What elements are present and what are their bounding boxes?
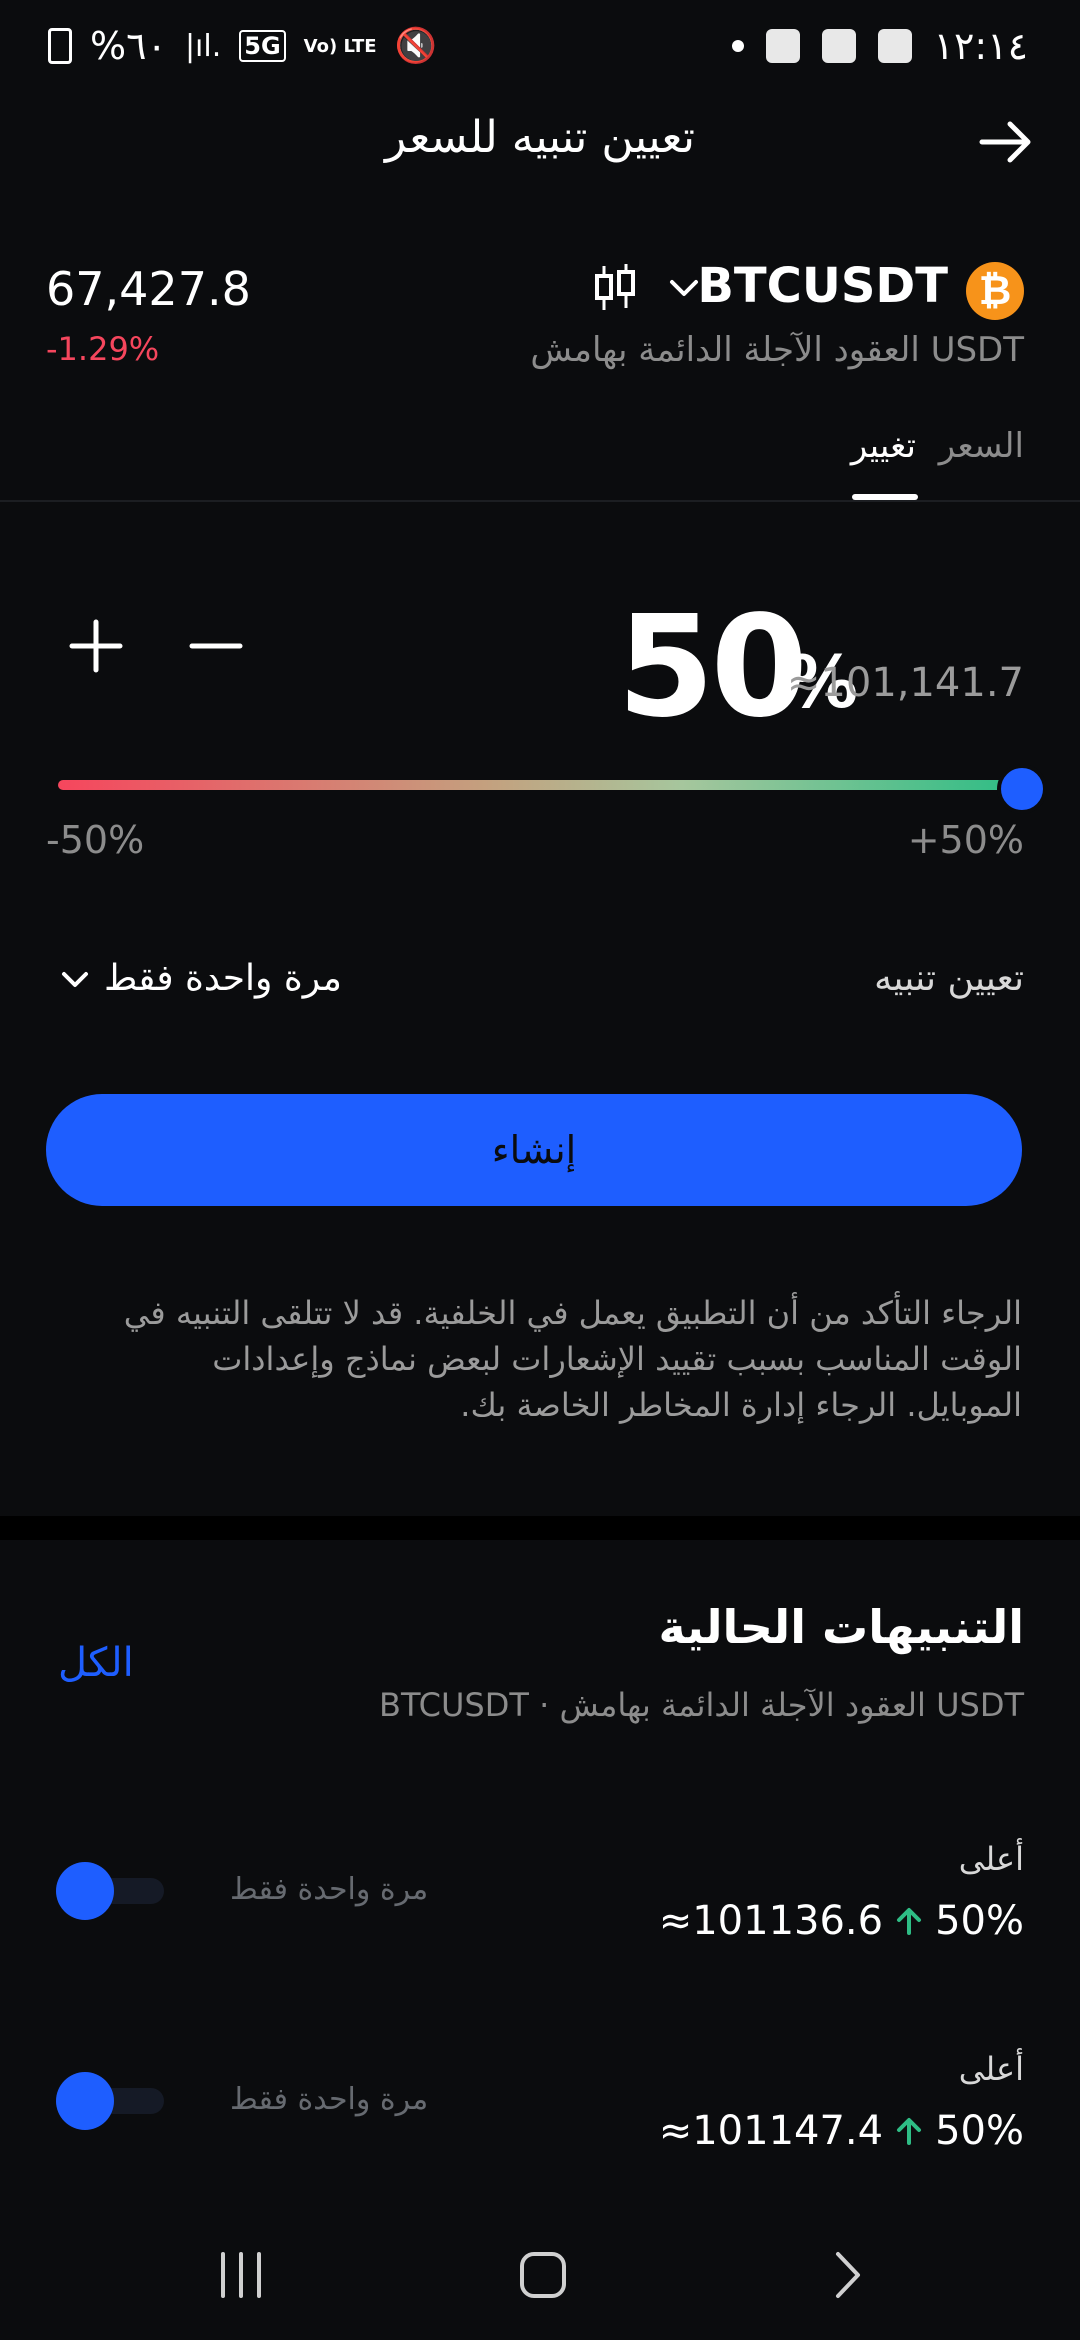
home-button[interactable] xyxy=(508,2240,578,2310)
alert-value: ≈101147.4 50% xyxy=(659,2108,1024,2154)
background-notice: الرجاء التأكد من أن التطبيق يعمل في الخل… xyxy=(123,1294,1022,1424)
alert-target-price: ≈101147.4 xyxy=(658,2108,884,2154)
recent-apps-button[interactable] xyxy=(206,2240,276,2310)
alert-direction: أعلى xyxy=(958,1840,1024,1878)
page-title: تعيين تنبيه للسعر xyxy=(385,112,695,163)
system-nav-bar xyxy=(0,2220,1080,2340)
volte-indicator: Vo) LTE xyxy=(303,35,377,57)
instrument-symbol[interactable]: BTCUSDT xyxy=(697,258,948,314)
last-price: 67,427.8 xyxy=(46,262,251,316)
clock: ١٢:١٤ xyxy=(933,24,1028,68)
change-slider-track[interactable] xyxy=(58,780,1018,790)
alert-toggle[interactable] xyxy=(56,1862,164,1920)
arrow-up-icon xyxy=(897,1908,922,1935)
chevron-down-icon xyxy=(62,971,88,987)
mute-icon: 🔇 xyxy=(394,26,437,66)
frequency-value: مرة واحدة فقط xyxy=(104,958,342,999)
tab-change[interactable]: تغيير xyxy=(851,426,916,466)
instrument-subtitle: USDT العقود الآجلة الدائمة بهامش xyxy=(530,330,1024,370)
toggle-knob xyxy=(56,1862,114,1920)
tab-price[interactable]: السعر xyxy=(939,426,1024,466)
battery-icon xyxy=(48,28,72,64)
battery-level: %٦٠ xyxy=(90,24,167,68)
change-percent-input[interactable]: 50 xyxy=(617,586,808,749)
alert-percent: 50% xyxy=(935,2108,1024,2154)
chevron-down-icon[interactable] xyxy=(664,268,704,308)
arrow-right-icon xyxy=(979,121,1031,163)
toggle-knob xyxy=(56,2072,114,2130)
create-button[interactable]: إنشاء xyxy=(46,1094,1022,1206)
price-change: -1.29% xyxy=(46,330,160,368)
alert-percent: 50% xyxy=(935,1898,1024,1944)
section-divider xyxy=(0,1516,1080,1540)
status-bar: %٦٠ |ıl. 5G Vo) LTE 🔇 ١٢:١٤ xyxy=(0,0,1080,100)
decrease-button[interactable] xyxy=(186,616,246,676)
alert-toggle[interactable] xyxy=(56,2072,164,2130)
slider-thumb[interactable] xyxy=(997,764,1047,814)
status-left: %٦٠ |ıl. 5G Vo) LTE 🔇 xyxy=(48,24,437,68)
slider-min-label: -50% xyxy=(46,818,145,862)
view-all-link[interactable]: الكل xyxy=(58,1640,134,1686)
network-type: 5G xyxy=(239,30,286,62)
image-icon xyxy=(877,29,912,63)
frequency-dropdown[interactable]: مرة واحدة فقط xyxy=(58,958,342,999)
candlestick-chart-icon[interactable] xyxy=(592,262,638,314)
current-alerts-title: التنبيهات الحالية xyxy=(658,1600,1024,1654)
chevron-right-icon xyxy=(836,2252,860,2298)
arrow-up-icon xyxy=(897,2118,922,2145)
back-button[interactable] xyxy=(976,112,1036,172)
alert-value: ≈101136.6 50% xyxy=(659,1898,1024,1944)
slider-max-label: +50% xyxy=(907,818,1024,862)
target-price-estimate: ≈101,141.7 xyxy=(786,660,1024,706)
alert-target-price: ≈101136.6 xyxy=(658,1898,884,1944)
back-nav-button[interactable] xyxy=(810,2240,880,2310)
notification-dot xyxy=(731,40,744,52)
divider xyxy=(0,500,1080,502)
current-alerts-subtitle: USDT العقود الآجلة الدائمة بهامش · BTCUS… xyxy=(379,1686,1024,1724)
signal-icon: |ıl. xyxy=(184,28,222,64)
alert-setting-label: تعيين تنبيه xyxy=(874,958,1024,999)
recent-apps-icon xyxy=(221,2252,261,2298)
home-icon xyxy=(520,2252,566,2298)
minus-icon xyxy=(189,643,243,649)
app-notification-icon xyxy=(765,29,800,63)
bitcoin-icon: ₿ xyxy=(966,262,1024,320)
alert-frequency: مرة واحدة فقط xyxy=(230,1872,429,1907)
app-notification-icon xyxy=(821,29,856,63)
plus-icon xyxy=(69,619,123,673)
status-right: ١٢:١٤ xyxy=(731,24,1028,68)
alert-direction: أعلى xyxy=(958,2050,1024,2088)
alert-frequency: مرة واحدة فقط xyxy=(230,2082,429,2117)
increase-button[interactable] xyxy=(66,616,126,676)
